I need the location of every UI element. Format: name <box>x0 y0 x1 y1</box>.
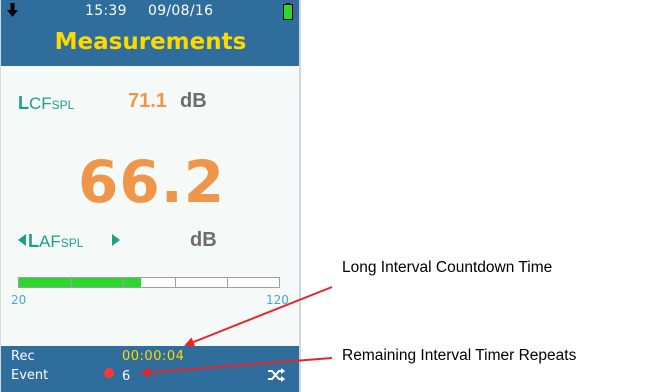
countdown-annotation: Long Interval Countdown Time <box>342 259 553 276</box>
repeats-callout-line <box>140 357 333 378</box>
countdown-callout-line <box>184 286 333 347</box>
repeats-annotation: Remaining Interval Timer Repeats <box>342 347 577 364</box>
callout-arrows <box>140 286 333 378</box>
